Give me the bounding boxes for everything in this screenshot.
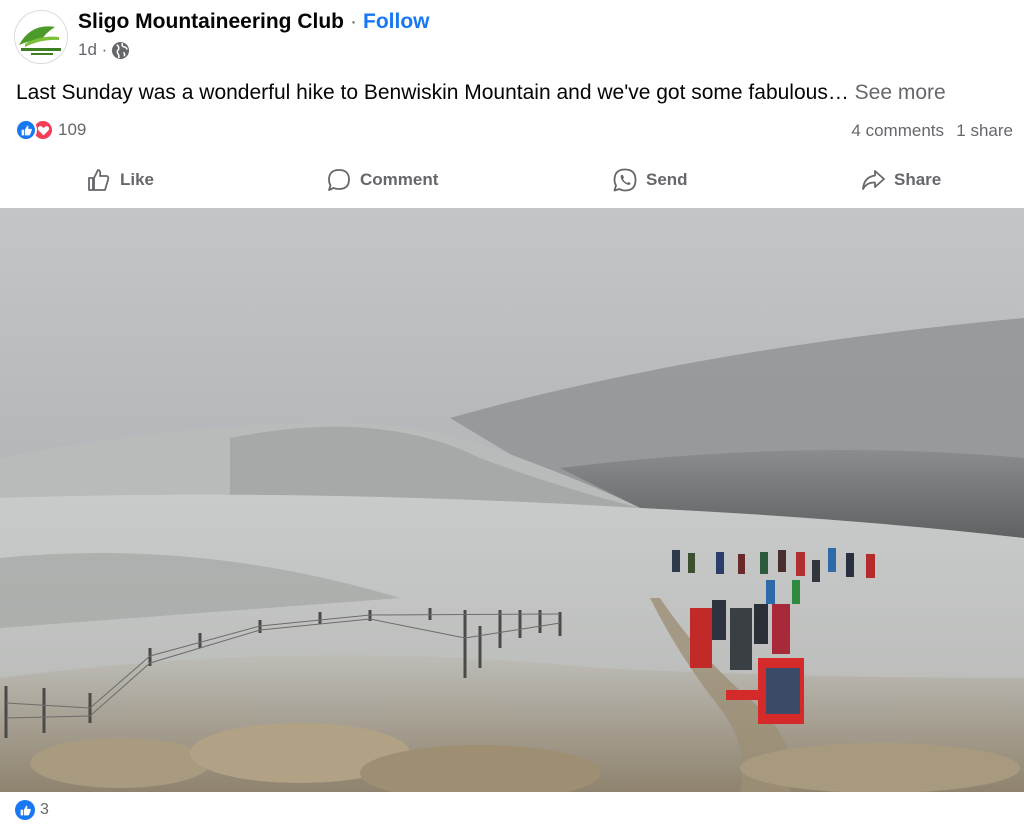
globe-icon — [111, 41, 130, 60]
share-button[interactable]: Share — [860, 158, 941, 202]
share-label: Share — [894, 170, 942, 189]
separator-dot: · — [350, 10, 357, 33]
author-name[interactable]: Sligo Mountaineering Club — [78, 10, 344, 34]
post-stats: 109 4 comments 1 share — [0, 116, 1024, 144]
like-label: Like — [120, 170, 155, 189]
whatsapp-icon — [612, 167, 638, 193]
photo-reaction-count: 3 — [40, 801, 49, 818]
thumbs-up-icon — [86, 167, 112, 193]
share-arrow-icon — [860, 167, 886, 193]
post-meta: 1d · — [78, 40, 130, 60]
comment-label: Comment — [360, 170, 439, 189]
follow-button[interactable]: Follow — [363, 10, 430, 34]
snowy-mountain-hike-image — [0, 208, 1024, 792]
like-reaction-icon — [15, 800, 35, 820]
post-header: Sligo Mountaineering Club · Follow 1d · — [0, 0, 1024, 70]
post-body: Last Sunday was a wonderful hike to Benw… — [16, 81, 849, 104]
comment-button[interactable]: Comment — [326, 158, 438, 202]
reactions-summary[interactable]: 109 — [15, 119, 86, 141]
post-text: Last Sunday was a wonderful hike to Benw… — [16, 81, 1016, 105]
shares-count[interactable]: 1 share — [956, 121, 1013, 141]
comment-bubble-icon — [326, 167, 352, 193]
reaction-count: 109 — [58, 120, 87, 139]
post-time[interactable]: 1d · — [78, 40, 107, 60]
like-button[interactable]: Like — [86, 158, 154, 202]
club-logo-image — [15, 11, 67, 63]
action-bar: Like Comment Send Share — [0, 158, 1024, 202]
post-photo[interactable] — [0, 208, 1024, 792]
send-label: Send — [646, 170, 688, 189]
like-reaction-icon — [15, 119, 37, 141]
photo-reactions[interactable]: 3 — [15, 800, 49, 820]
club-avatar[interactable] — [14, 10, 68, 64]
see-more-link[interactable]: See more — [849, 81, 946, 104]
comments-count[interactable]: 4 comments — [851, 121, 944, 141]
send-button[interactable]: Send — [612, 158, 688, 202]
